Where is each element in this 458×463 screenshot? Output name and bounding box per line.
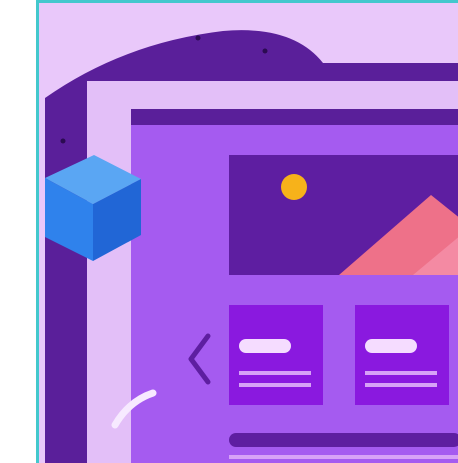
browser-top-bar: [131, 109, 458, 125]
illustration-frame: [36, 0, 458, 463]
illustration-stage: [0, 0, 458, 463]
card-1[interactable]: [229, 305, 323, 405]
speck: [262, 48, 268, 54]
card-title-bar: [239, 339, 291, 353]
card-title-bar: [365, 339, 417, 353]
sun-icon: [281, 174, 307, 200]
card-2[interactable]: [355, 305, 449, 405]
card-text-line: [365, 383, 437, 387]
speck: [60, 138, 66, 144]
website-illustration-svg: [45, 30, 458, 463]
card-text-line: [239, 371, 311, 375]
bottom-bar: [229, 433, 458, 447]
card-text-line: [239, 383, 311, 387]
card-text-line: [365, 371, 437, 375]
speck: [195, 35, 201, 41]
bottom-line: [229, 455, 458, 459]
